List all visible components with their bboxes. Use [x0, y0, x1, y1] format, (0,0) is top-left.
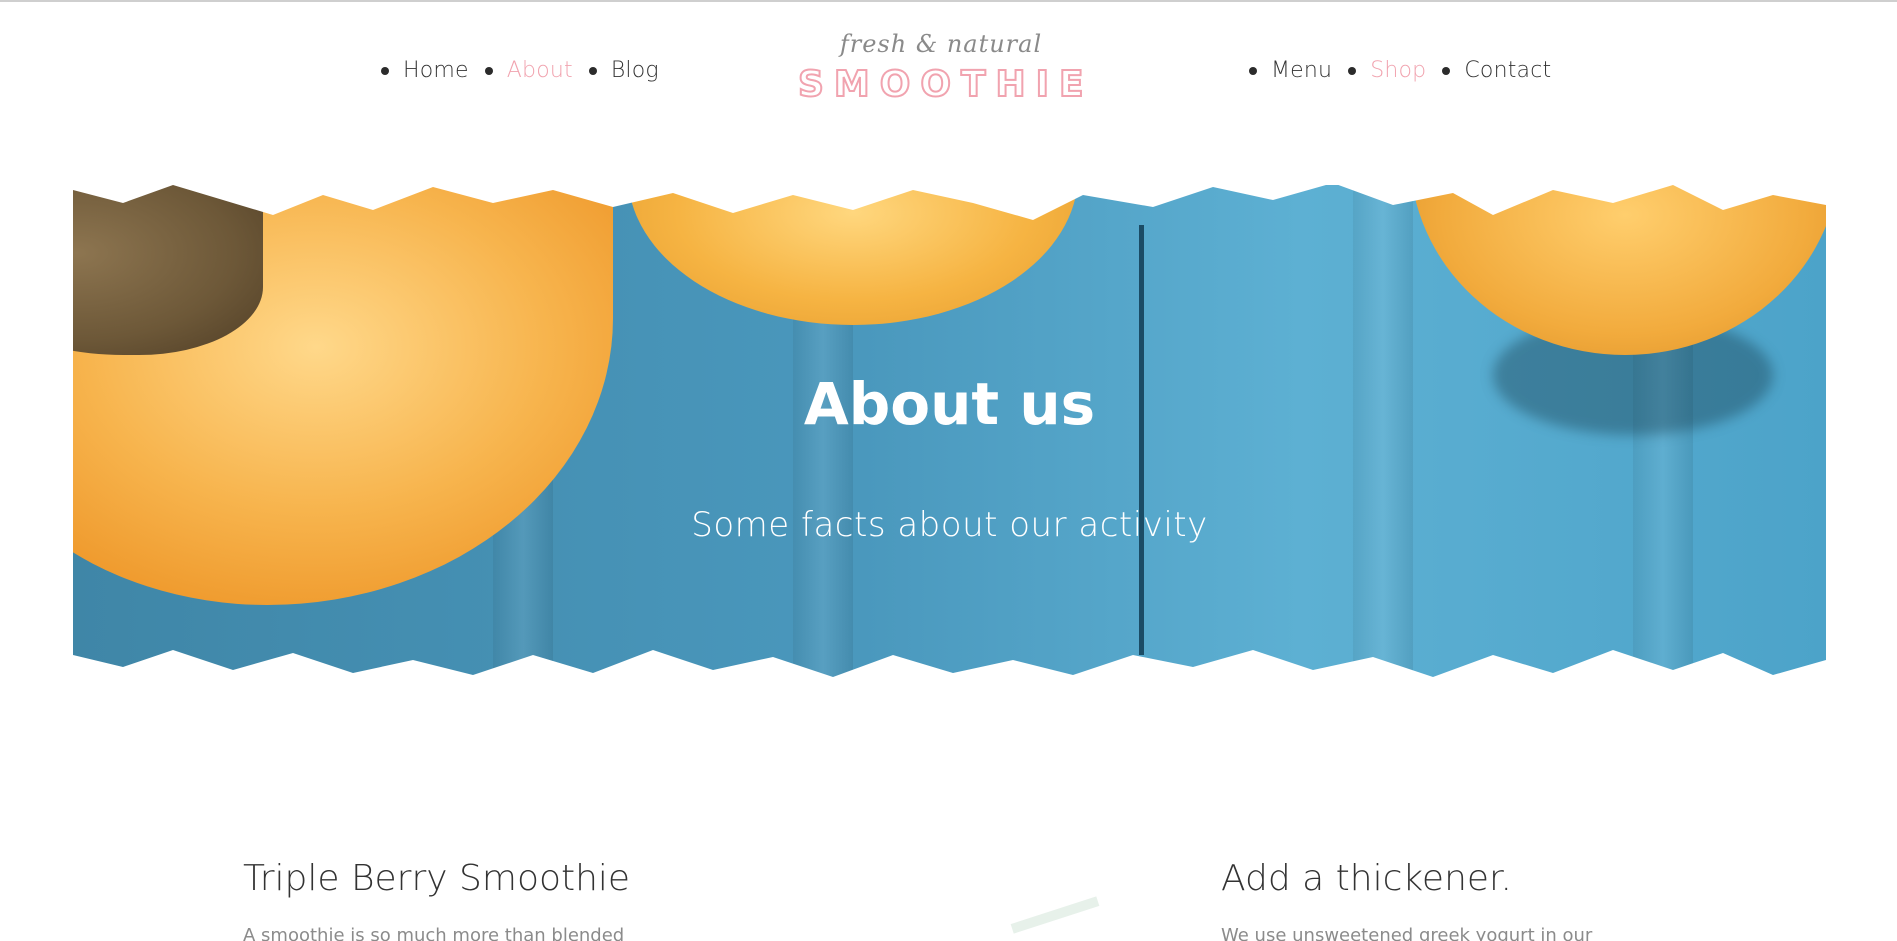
nav-label-contact[interactable]: Contact	[1464, 58, 1551, 83]
nav-label-home[interactable]: Home	[403, 58, 469, 83]
bullet-icon	[1249, 66, 1257, 75]
nav-label-blog[interactable]: Blog	[611, 58, 659, 83]
logo-tagline: fresh & natural	[839, 30, 1043, 58]
bullet-icon	[484, 66, 493, 75]
bullet-icon	[381, 66, 389, 75]
decorative-stroke	[1010, 896, 1100, 934]
section-title-right: Add a thickener.	[1221, 858, 1512, 899]
hero-subtitle: Some facts about our activity	[691, 505, 1208, 545]
nav-label-about[interactable]: About	[507, 58, 573, 83]
hero-banner: About us Some facts about our activity	[73, 185, 1826, 685]
nav-item-shop[interactable]: Shop	[1348, 58, 1426, 83]
nav-item-home[interactable]: Home	[381, 58, 469, 83]
nav-item-contact[interactable]: Contact	[1442, 58, 1551, 83]
top-border	[0, 0, 1897, 2]
nav-item-menu[interactable]: Menu	[1249, 58, 1332, 83]
section-text-left: A smoothie is so much more than blended	[243, 925, 625, 941]
nav-label-menu[interactable]: Menu	[1271, 58, 1332, 83]
page: Home About Blog fresh & natural SMOOTHIE…	[0, 0, 1897, 941]
wood-seam	[1139, 225, 1144, 655]
torn-edge-top	[73, 185, 1826, 220]
bullet-icon	[1348, 66, 1357, 75]
hero-title: About us	[803, 370, 1096, 438]
torn-edge-bottom	[73, 650, 1826, 685]
bullet-icon	[1442, 66, 1451, 75]
section-title-left: Triple Berry Smoothie	[243, 858, 631, 899]
nav-item-blog[interactable]: Blog	[588, 58, 659, 83]
site-logo[interactable]: fresh & natural SMOOTHIE	[797, 30, 1094, 106]
nav-label-shop[interactable]: Shop	[1370, 58, 1426, 83]
nav-right: Menu Shop Contact	[1249, 58, 1567, 83]
logo-wordmark: SMOOTHIE	[797, 63, 1094, 106]
nav-left: Home About Blog	[381, 58, 675, 83]
bullet-icon	[588, 66, 597, 75]
section-text-right: We use unsweetened greek yogurt in our	[1221, 925, 1593, 941]
nav-item-about[interactable]: About	[484, 58, 573, 83]
